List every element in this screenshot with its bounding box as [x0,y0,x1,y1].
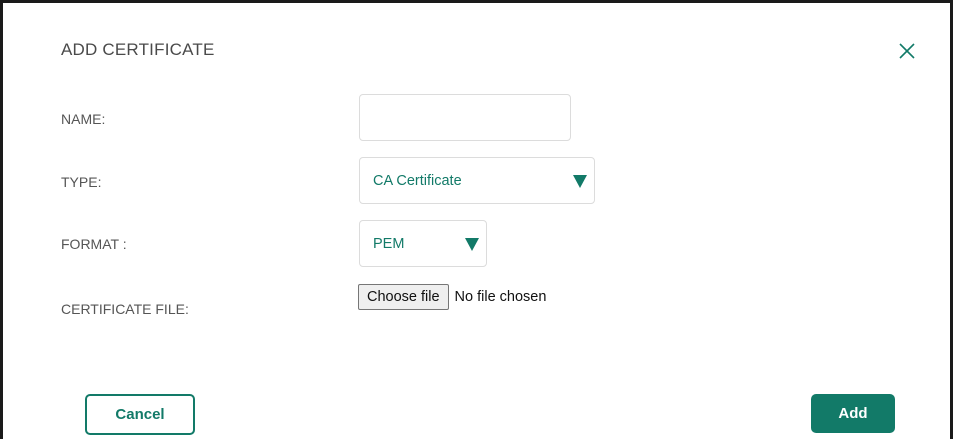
file-status-text: No file chosen [454,289,547,305]
dialog-title: ADD CERTIFICATE [61,40,215,59]
format-selected-value: PEM [373,235,405,252]
triangle-down-icon [465,237,479,251]
add-button[interactable]: Add [811,394,895,433]
certificate-file-label: CERTIFICATE FILE: [61,301,189,317]
name-label: NAME: [61,111,106,127]
name-input[interactable] [359,94,571,141]
cancel-button[interactable]: Cancel [85,394,195,435]
choose-file-button[interactable]: Choose file [358,284,449,310]
type-selected-value: CA Certificate [373,172,462,189]
close-icon[interactable] [897,41,917,61]
format-label: FORMAT : [61,236,127,252]
triangle-down-icon [573,174,587,188]
add-certificate-dialog: ADD CERTIFICATE NAME: TYPE: CA Certifica… [0,0,953,439]
file-picker: Choose file No file chosen [358,284,546,310]
format-select[interactable]: PEM [359,220,487,267]
type-select[interactable]: CA Certificate [359,157,595,204]
type-label: TYPE: [61,174,102,190]
